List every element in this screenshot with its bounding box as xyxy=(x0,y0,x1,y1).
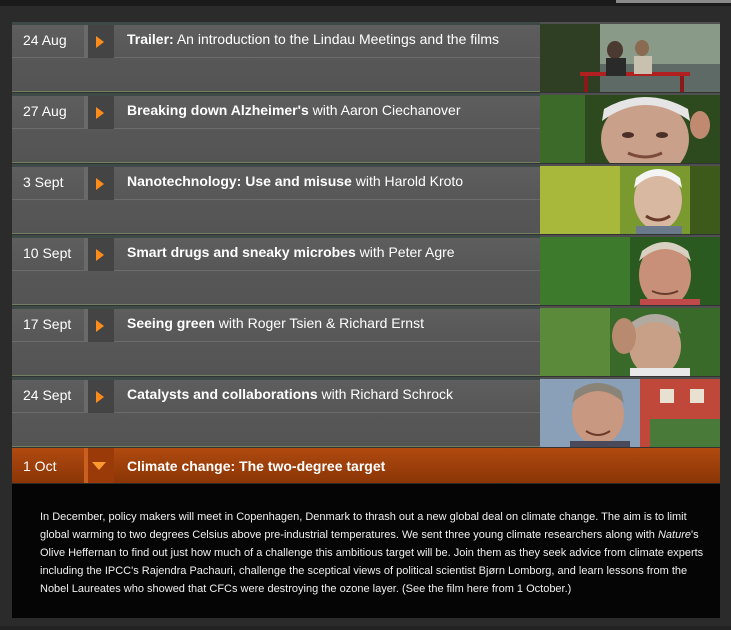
row-bottom-line xyxy=(12,446,540,447)
episode-title[interactable]: Climate change: The two-degree target xyxy=(127,458,537,474)
episode-date: 24 Sept xyxy=(23,387,72,403)
episode-row[interactable]: 24 Aug Trailer: An introduction to the L… xyxy=(12,22,720,93)
episode-row[interactable]: 10 Sept Smart drugs and sneaky microbes … xyxy=(12,235,720,306)
episode-date: 1 Oct xyxy=(23,458,57,474)
episode-thumbnail[interactable] xyxy=(540,24,720,92)
expand-button[interactable] xyxy=(84,309,114,342)
episode-thumbnail[interactable] xyxy=(540,95,720,163)
episode-list: 24 Aug Trailer: An introduction to the L… xyxy=(12,22,720,483)
expand-button[interactable] xyxy=(84,167,114,200)
episode-title[interactable]: Seeing green with Roger Tsien & Richard … xyxy=(127,315,537,331)
episode-title[interactable]: Nanotechnology: Use and misuse with Haro… xyxy=(127,173,537,189)
row-bottom-line xyxy=(12,304,540,305)
row-bottom-line xyxy=(12,91,540,92)
episode-row[interactable]: 24 Sept Catalysts and collaborations wit… xyxy=(12,377,720,448)
episode-thumbnail[interactable] xyxy=(540,379,720,447)
episode-thumbnail[interactable] xyxy=(540,237,720,305)
row-bottom-line xyxy=(12,162,540,163)
chevron-down-icon xyxy=(92,462,106,470)
play-arrow-icon xyxy=(96,178,104,190)
description-text: In December, policy makers will meet in … xyxy=(40,511,704,595)
episode-title[interactable]: Catalysts and collaborations with Richar… xyxy=(127,386,537,402)
collapse-button[interactable] xyxy=(84,448,114,483)
play-arrow-icon xyxy=(96,107,104,119)
play-arrow-icon xyxy=(96,320,104,332)
expand-button[interactable] xyxy=(84,25,114,58)
episode-title[interactable]: Breaking down Alzheimer's with Aaron Cie… xyxy=(127,102,537,118)
expand-button[interactable] xyxy=(84,238,114,271)
episode-date: 27 Aug xyxy=(23,103,67,119)
episode-thumbnail[interactable] xyxy=(540,308,720,376)
expand-button[interactable] xyxy=(84,96,114,129)
row-bottom-line xyxy=(12,233,540,234)
expand-button[interactable] xyxy=(84,380,114,413)
episode-thumbnail[interactable] xyxy=(540,166,720,234)
top-strip xyxy=(0,0,731,6)
play-arrow-icon xyxy=(96,391,104,403)
episode-date: 17 Sept xyxy=(23,316,72,332)
episode-row[interactable]: 27 Aug Breaking down Alzheimer's with Aa… xyxy=(12,93,720,164)
footer-line xyxy=(0,626,731,630)
row-bottom-line xyxy=(12,375,540,376)
episode-row-active[interactable]: 1 Oct Climate change: The two-degree tar… xyxy=(12,448,720,483)
episode-date: 3 Sept xyxy=(23,174,64,190)
episode-title[interactable]: Trailer: An introduction to the Lindau M… xyxy=(127,31,537,47)
top-strip-highlight xyxy=(616,0,731,3)
episode-date: 24 Aug xyxy=(23,32,67,48)
episode-description: In December, policy makers will meet in … xyxy=(12,484,720,618)
play-arrow-icon xyxy=(96,36,104,48)
episode-date: 10 Sept xyxy=(23,245,72,261)
episode-row[interactable]: 3 Sept Nanotechnology: Use and misuse wi… xyxy=(12,164,720,235)
episode-row[interactable]: 17 Sept Seeing green with Roger Tsien & … xyxy=(12,306,720,377)
play-arrow-icon xyxy=(96,249,104,261)
episode-title[interactable]: Smart drugs and sneaky microbes with Pet… xyxy=(127,244,537,260)
